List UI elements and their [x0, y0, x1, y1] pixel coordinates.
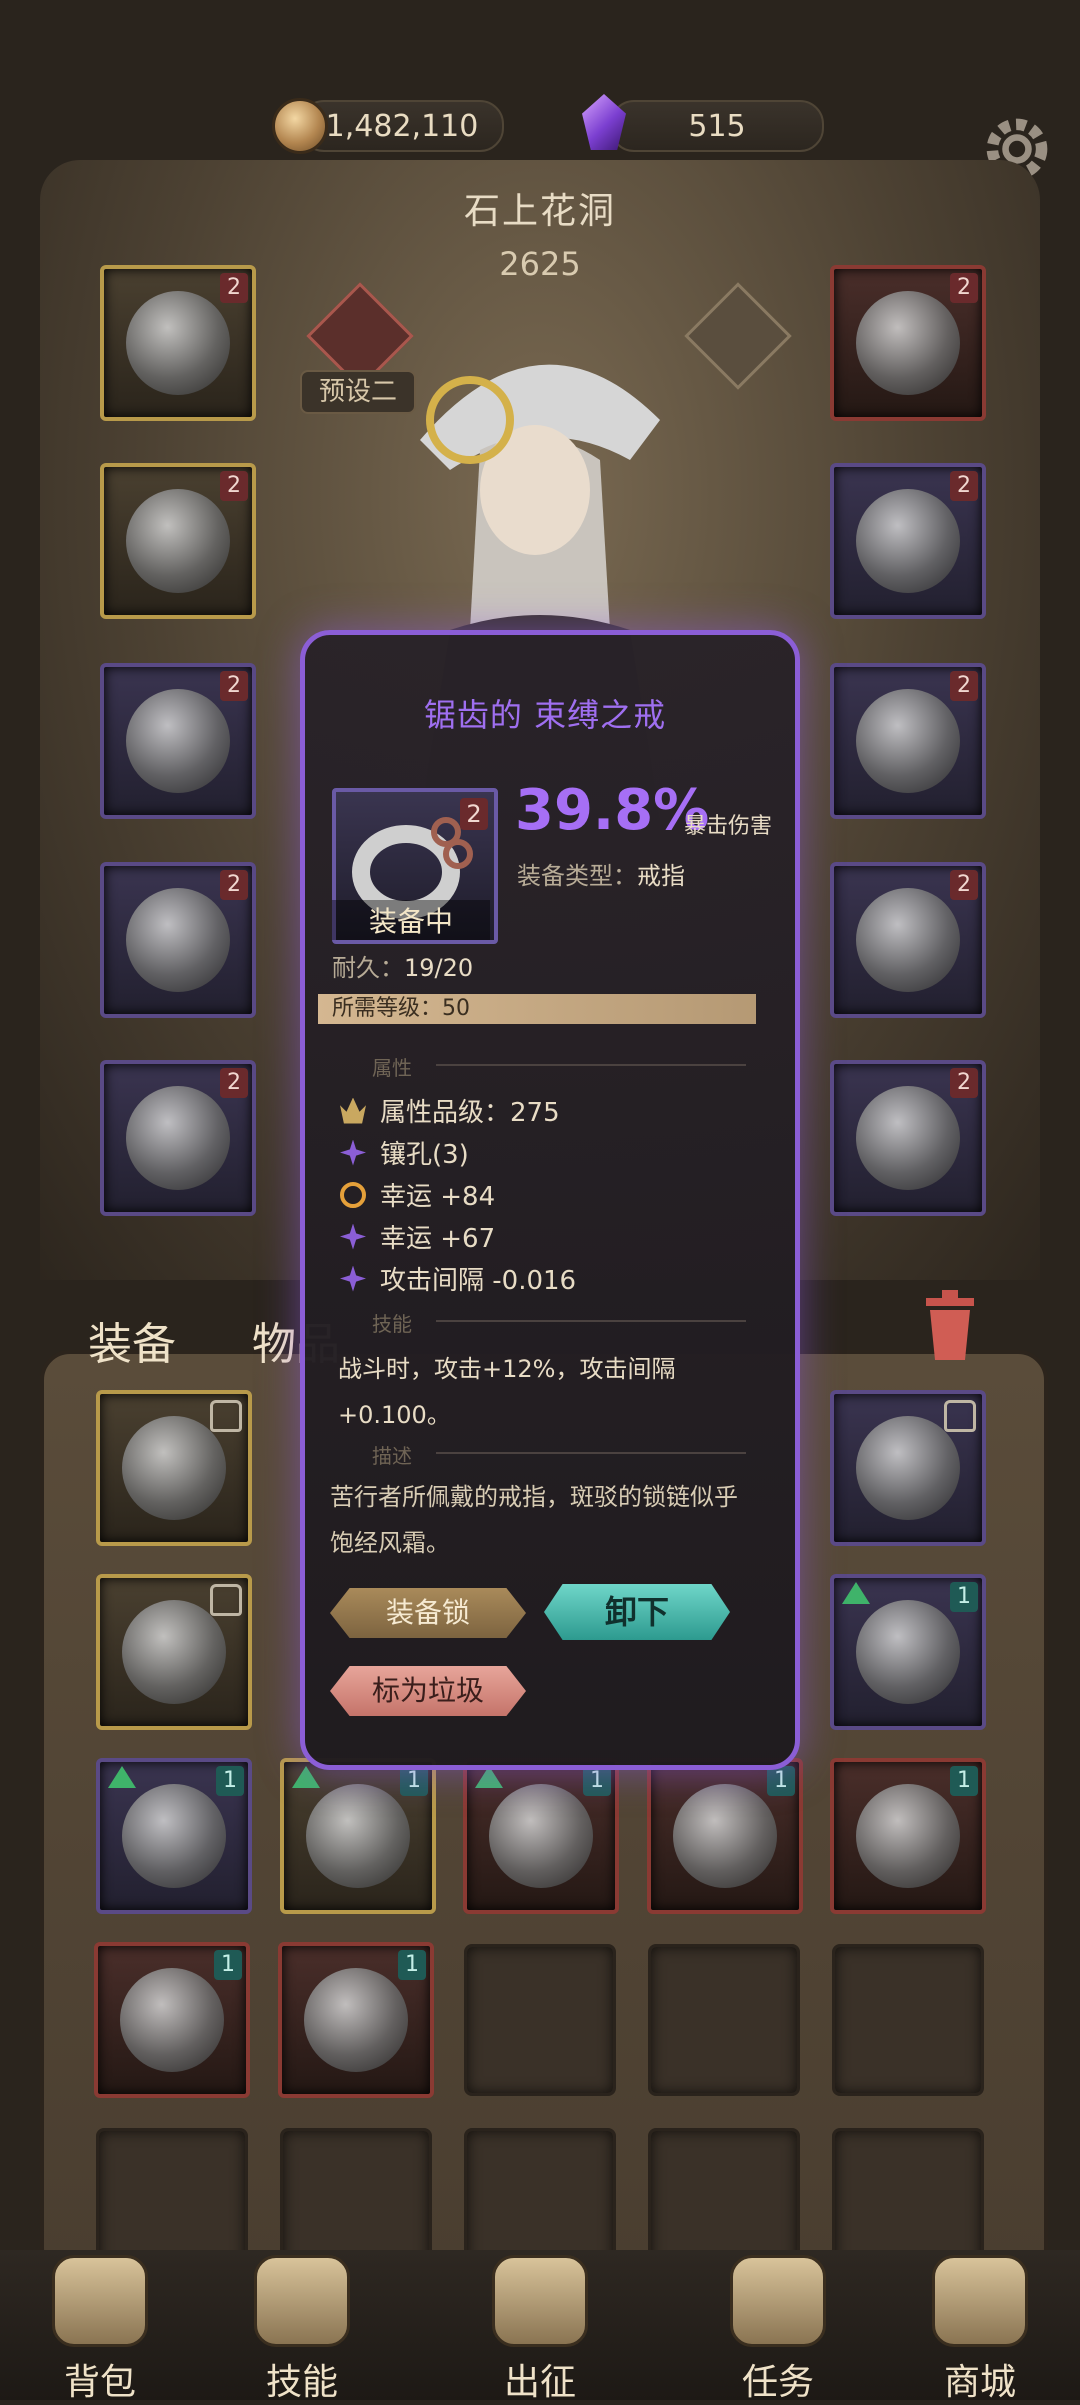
empty-inventory-slot[interactable]	[648, 1944, 800, 2096]
horn-icon	[730, 2255, 826, 2347]
item-type: 装备类型：戒指	[517, 862, 685, 890]
inventory-slot[interactable]: 1	[463, 1758, 619, 1914]
attr-grade: 属性品级：275	[340, 1092, 560, 1129]
inventory-slot[interactable]: 1	[830, 1758, 986, 1914]
gold-counter: 1,482,110	[300, 100, 504, 152]
inventory-slot[interactable]: 1	[280, 1758, 436, 1914]
socket-star-icon	[340, 1223, 366, 1250]
helmet-slot[interactable]: 2	[100, 265, 256, 421]
ring-slot[interactable]: 2	[830, 663, 986, 819]
lock-icon	[210, 1400, 242, 1432]
sword-scroll-icon	[492, 2255, 588, 2347]
inventory-slot[interactable]: 1	[278, 1942, 434, 2098]
item-name: 锯齿的 束缚之戒	[423, 696, 667, 734]
upgrade-arrow-icon	[842, 1582, 870, 1604]
gold-coin-icon	[272, 98, 328, 154]
nav-expedition[interactable]: 出征	[470, 2255, 610, 2405]
lock-icon	[210, 1584, 242, 1616]
inventory-slot[interactable]: 1	[96, 1758, 252, 1914]
section-skill: 技能	[372, 1312, 412, 1336]
divider	[436, 1064, 746, 1066]
unequip-button[interactable]: 卸下	[544, 1584, 730, 1640]
divider	[436, 1452, 746, 1454]
inventory-slot[interactable]: 1	[647, 1758, 803, 1914]
nav-bag[interactable]: 背包	[30, 2255, 170, 2405]
location-title: 石上花洞	[463, 191, 616, 232]
offhand-slot[interactable]: 2	[830, 1060, 986, 1216]
mark-junk-button[interactable]: 标为垃圾	[330, 1666, 526, 1716]
main-stat-value: 39.8%	[515, 778, 710, 843]
inventory-slot[interactable]	[96, 1390, 252, 1546]
section-desc: 描述	[372, 1444, 412, 1468]
trash-icon[interactable]	[920, 1290, 980, 1362]
armor-slot[interactable]: 2	[100, 463, 256, 619]
empty-inventory-slot[interactable]	[464, 1944, 616, 2096]
attr-luck-2: 幸运 +67	[340, 1218, 495, 1255]
attr-luck-1: 幸运 +84	[340, 1176, 495, 1213]
pants-slot[interactable]: 2	[100, 862, 256, 1018]
lock-icon	[944, 1400, 976, 1432]
skill-book-icon	[254, 2255, 350, 2347]
equip-lock-button[interactable]: 装备锁	[330, 1588, 526, 1638]
section-attrs: 属性	[372, 1056, 412, 1080]
socket-star-icon	[340, 1139, 366, 1166]
shop-crown-icon	[932, 2255, 1028, 2347]
tab-equipment[interactable]: 装备	[88, 1308, 176, 1372]
boots-slot[interactable]: 2	[100, 1060, 256, 1216]
empty-inventory-slot[interactable]	[832, 1944, 984, 2096]
attr-sockets: 镶孔(3)	[340, 1134, 469, 1171]
item-description: 苦行者所佩戴的戒指，斑驳的锁链似乎饱经风霜。	[330, 1483, 738, 1557]
attr-attack-interval: 攻击间隔 -0.016	[340, 1260, 576, 1297]
required-level: 所需等级：50	[318, 994, 756, 1024]
reroll-icon	[340, 1181, 366, 1208]
gem-counter: 515	[610, 100, 824, 152]
socket-star-icon	[340, 1265, 366, 1292]
bag-icon	[52, 2255, 148, 2347]
nav-skills[interactable]: 技能	[232, 2255, 372, 2405]
durability: 耐久：19/20	[332, 954, 474, 982]
bracelet-slot[interactable]: 2	[830, 463, 986, 619]
upgrade-arrow-icon	[292, 1766, 320, 1788]
gloves-slot[interactable]: 2	[100, 663, 256, 819]
nav-quests[interactable]: 任务	[708, 2255, 848, 2405]
skill-text: 战斗时，攻击+12%，攻击间隔+0.100。	[338, 1355, 676, 1429]
amulet-slot[interactable]: 2	[830, 265, 986, 421]
crown-icon	[340, 1097, 366, 1124]
main-stat-name: 暴击伤害	[684, 814, 773, 839]
upgrade-arrow-icon	[108, 1766, 136, 1788]
inventory-slot[interactable]: 1	[94, 1942, 250, 2098]
inventory-slot[interactable]: 1	[830, 1574, 986, 1730]
inventory-slot[interactable]	[830, 1390, 986, 1546]
weapon-slot[interactable]: 2	[830, 862, 986, 1018]
inventory-slot[interactable]	[96, 1574, 252, 1730]
equipped-label: 装备中	[332, 900, 490, 940]
nav-shop[interactable]: 商城	[910, 2255, 1050, 2405]
divider	[436, 1320, 746, 1322]
